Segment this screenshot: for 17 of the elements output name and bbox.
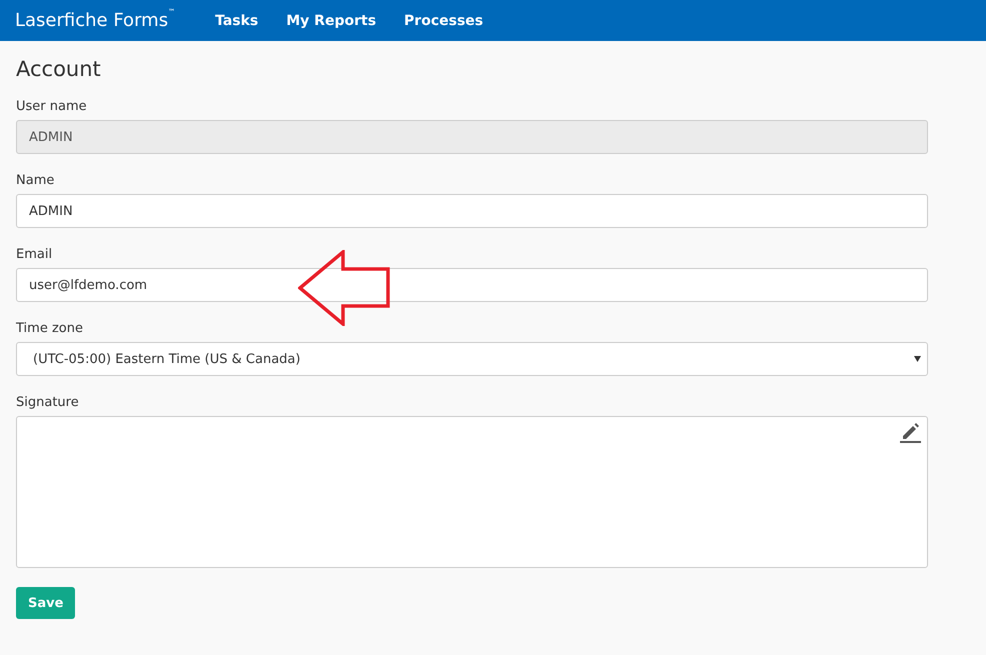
- pencil-icon[interactable]: [900, 423, 921, 443]
- signature-field[interactable]: [16, 416, 928, 568]
- nav-link[interactable]: Tasks: [215, 12, 258, 28]
- save-button[interactable]: Save: [16, 587, 76, 619]
- select-field[interactable]: (UTC-05:00) Eastern Time (US & Canada): [16, 342, 928, 376]
- nav-link[interactable]: Processes: [404, 12, 484, 28]
- caret-icon: [914, 356, 921, 362]
- page-title: Account: [16, 57, 102, 81]
- field-label: Time zone: [16, 321, 83, 336]
- brand-name[interactable]: Laserfiche Forms$^{™}$: [15, 10, 176, 31]
- text-field[interactable]: ADMIN: [16, 194, 928, 228]
- field-label: User name: [16, 99, 87, 114]
- field-label: Signature: [16, 395, 79, 410]
- nav-link[interactable]: My Reports: [286, 12, 376, 28]
- text-field[interactable]: user@lfdemo.com: [16, 268, 928, 302]
- field-label: Name: [16, 173, 54, 188]
- field-label: Email: [16, 247, 52, 262]
